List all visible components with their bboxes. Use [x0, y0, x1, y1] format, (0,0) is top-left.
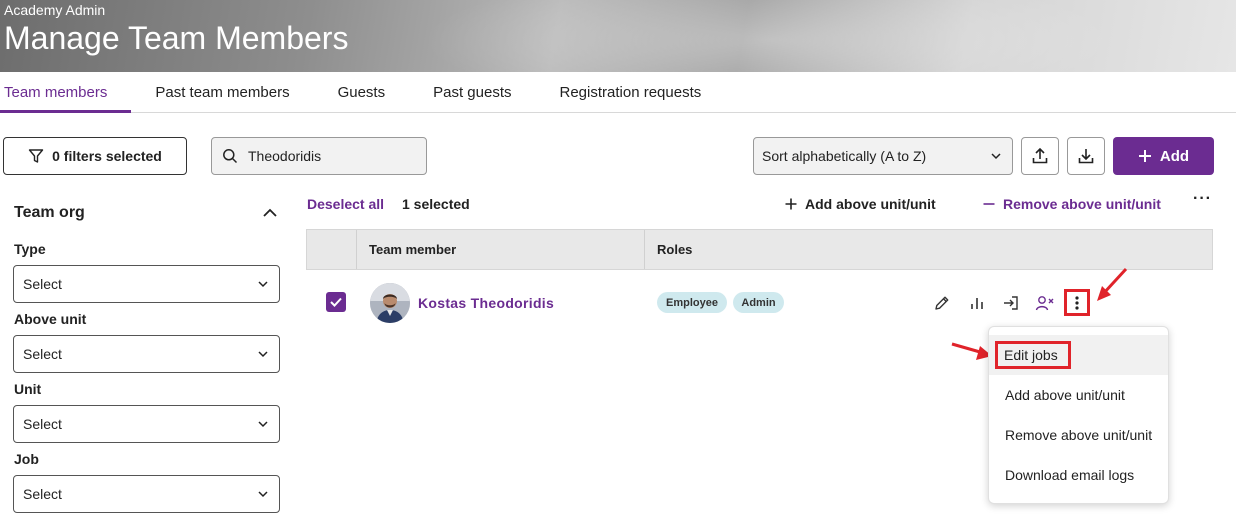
chevron-down-icon	[258, 281, 268, 288]
tab-bar: Team members Past team members Guests Pa…	[0, 72, 1236, 113]
row-actions-menu: Edit jobs Add above unit/unit Remove abo…	[988, 326, 1169, 504]
upload-icon	[1032, 147, 1048, 164]
add-label: Add	[1159, 147, 1190, 165]
chevron-down-icon	[258, 421, 268, 428]
menu-item-edit-jobs-label: Edit jobs	[995, 341, 1071, 369]
menu-item-edit-jobs[interactable]: Edit jobs	[989, 335, 1168, 375]
header-subtitle: Academy Admin	[4, 2, 106, 18]
table-header: Team member Roles	[306, 229, 1213, 270]
page: Academy Admin Manage Team Members Team m…	[0, 0, 1236, 518]
role-badge-admin: Admin	[733, 292, 784, 313]
header-checkbox-cell	[307, 230, 357, 269]
row-checkbox[interactable]	[326, 292, 346, 312]
remove-user-icon[interactable]	[1034, 292, 1056, 314]
add-above-unit-button[interactable]: Add above unit/unit	[785, 196, 936, 212]
export-button[interactable]	[1021, 137, 1059, 175]
header-banner: Academy Admin Manage Team Members	[0, 0, 1236, 110]
filters-label: 0 filters selected	[52, 148, 162, 164]
tab-registration-requests[interactable]: Registration requests	[536, 72, 726, 112]
remove-above-unit-label: Remove above unit/unit	[1003, 196, 1161, 212]
filters-button[interactable]: 0 filters selected	[3, 137, 187, 175]
unit-label: Unit	[14, 381, 42, 397]
tab-team-members[interactable]: Team members	[0, 72, 132, 113]
plus-icon	[1138, 150, 1151, 162]
edit-pencil-icon[interactable]	[931, 292, 953, 314]
bar-chart-icon[interactable]	[966, 292, 988, 314]
job-label: Job	[14, 451, 39, 467]
type-select-value: Select	[23, 276, 62, 292]
type-select[interactable]: Select	[13, 265, 280, 303]
avatar	[370, 283, 410, 323]
type-label: Type	[14, 241, 46, 257]
unit-select-value: Select	[23, 416, 62, 432]
menu-item-add-above-unit[interactable]: Add above unit/unit	[989, 375, 1168, 415]
job-select[interactable]: Select	[13, 475, 280, 513]
above-unit-select-value: Select	[23, 346, 62, 362]
search-icon	[223, 149, 238, 164]
above-unit-select[interactable]: Select	[13, 335, 280, 373]
download-icon	[1078, 149, 1094, 164]
minus-icon	[983, 203, 995, 205]
menu-item-download-email-logs[interactable]: Download email logs	[989, 455, 1168, 495]
deselect-all-link[interactable]: Deselect all	[307, 196, 384, 212]
plus-icon	[785, 198, 797, 210]
chevron-down-icon	[258, 491, 268, 498]
selection-bar: Deselect all 1 selected Add above unit/u…	[307, 190, 1213, 214]
tab-past-team-members[interactable]: Past team members	[131, 72, 313, 112]
column-header-team-member[interactable]: Team member	[357, 230, 645, 269]
more-vertical-icon[interactable]	[1064, 289, 1090, 316]
download-button[interactable]	[1067, 137, 1105, 175]
tab-past-guests[interactable]: Past guests	[409, 72, 535, 112]
unit-select[interactable]: Select	[13, 405, 280, 443]
chevron-down-icon	[258, 351, 268, 358]
sort-value: Sort alphabetically (A to Z)	[762, 148, 927, 164]
team-org-title: Team org	[14, 204, 85, 221]
page-title: Manage Team Members	[4, 20, 349, 56]
above-unit-label: Above unit	[14, 311, 87, 327]
checkmark-icon	[330, 297, 342, 307]
selected-count: 1 selected	[402, 196, 470, 212]
tab-guests[interactable]: Guests	[314, 72, 410, 112]
menu-item-remove-above-unit[interactable]: Remove above unit/unit	[989, 415, 1168, 455]
add-above-unit-label: Add above unit/unit	[805, 196, 936, 212]
annotation-arrow-icon	[1097, 267, 1128, 301]
chevron-up-icon[interactable]	[262, 205, 278, 221]
filter-icon	[28, 149, 44, 163]
add-button[interactable]: Add	[1113, 137, 1214, 175]
avatar-image	[370, 283, 410, 323]
team-member-name-link[interactable]: Kostas Theodoridis	[418, 295, 554, 311]
search-box	[211, 137, 427, 175]
search-input[interactable]	[248, 148, 408, 164]
more-horizontal-icon[interactable]: ···	[1193, 190, 1212, 208]
column-header-roles[interactable]: Roles	[645, 230, 692, 257]
remove-above-unit-button[interactable]: Remove above unit/unit	[983, 196, 1161, 212]
team-org-header[interactable]: Team org	[14, 204, 278, 222]
sort-select[interactable]: Sort alphabetically (A to Z)	[753, 137, 1013, 175]
job-select-value: Select	[23, 486, 62, 502]
role-badge-employee: Employee	[657, 292, 727, 313]
chevron-down-icon	[991, 153, 1001, 160]
login-as-icon[interactable]	[1000, 292, 1022, 314]
